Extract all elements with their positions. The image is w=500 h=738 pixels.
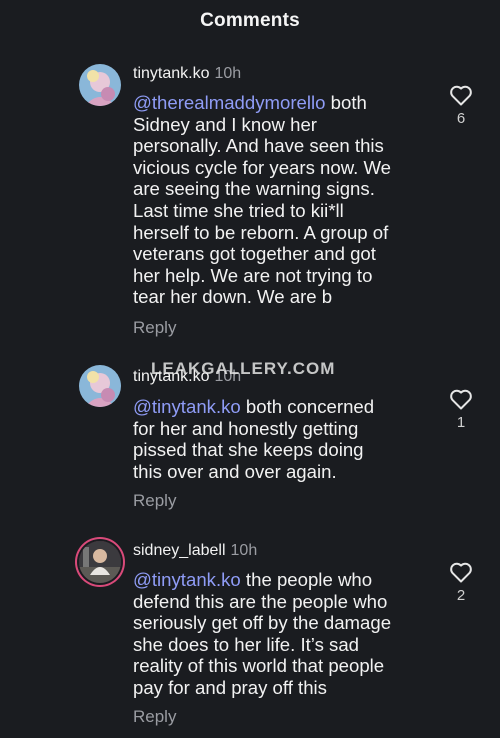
- page-title: Comments: [200, 10, 300, 31]
- text-line: seriously get off by the damage: [133, 612, 392, 634]
- mention-link[interactable]: @therealmaddymorello: [133, 92, 326, 113]
- comment-meta: tinytank.ko 10h: [133, 367, 241, 387]
- timestamp: 10h: [230, 542, 258, 559]
- username[interactable]: tinytank.ko: [133, 65, 209, 82]
- reply-button[interactable]: Reply: [133, 318, 176, 338]
- avatar[interactable]: [79, 541, 121, 583]
- text-line: pissed that she keeps doing: [133, 439, 364, 461]
- text-line: @tinytank.ko both concerned: [133, 396, 433, 418]
- like-button[interactable]: 2: [448, 561, 474, 604]
- text-line: this over and over again.: [133, 460, 337, 482]
- like-count: 6: [456, 110, 466, 127]
- text-fragment: the people who: [240, 569, 373, 590]
- text-line: are seeing the warning signs.: [133, 178, 375, 200]
- text-line: herself to be reborn. A group of: [133, 221, 389, 243]
- timestamp: 10h: [214, 65, 242, 82]
- comment-text: @tinytank.ko the people who defend this …: [133, 569, 433, 699]
- text-line: Last time she tried to kii*ll: [133, 199, 344, 221]
- text-line: @therealmaddymorello both: [133, 92, 433, 114]
- text-line: for her and honestly getting: [133, 417, 359, 439]
- like-count: 1: [456, 414, 466, 431]
- text-fragment: both concerned: [240, 396, 375, 417]
- avatar[interactable]: [79, 64, 121, 106]
- comment-meta: sidney_labell 10h: [133, 541, 257, 561]
- comment-text: @tinytank.ko both concerned for her and …: [133, 396, 433, 482]
- avatar[interactable]: [79, 365, 121, 407]
- text-line: Sidney and I know her: [133, 113, 317, 135]
- comment-meta: tinytank.ko 10h: [133, 64, 241, 84]
- like-button[interactable]: 1: [448, 388, 474, 431]
- text-line: she does to her life. It’s sad: [133, 633, 360, 655]
- text-line: tear her down. We are b: [133, 286, 333, 308]
- text-line: veterans got together and got: [133, 243, 376, 265]
- text-line: her help. We are not trying to: [133, 264, 373, 286]
- heart-outline-icon: [448, 84, 474, 106]
- mention-link[interactable]: @tinytank.ko: [133, 396, 241, 417]
- comment-text: @therealmaddymorello both Sidney and I k…: [133, 92, 433, 308]
- timestamp: 10h: [214, 368, 242, 385]
- text-line: defend this are the people who: [133, 590, 388, 612]
- like-count: 2: [456, 587, 466, 604]
- heart-outline-icon: [448, 561, 474, 583]
- text-line: pay for and pray off this: [133, 676, 327, 698]
- text-fragment: both: [325, 92, 367, 113]
- like-button[interactable]: 6: [448, 84, 474, 127]
- text-line: vicious cycle for years now. We: [133, 156, 391, 178]
- text-line: reality of this world that people: [133, 655, 385, 677]
- text-line: personally. And have seen this: [133, 135, 384, 157]
- reply-button[interactable]: Reply: [133, 491, 176, 511]
- heart-outline-icon: [448, 388, 474, 410]
- username[interactable]: tinytank.ko: [133, 368, 209, 385]
- text-line: @tinytank.ko the people who: [133, 569, 433, 591]
- username[interactable]: sidney_labell: [133, 542, 226, 559]
- reply-button[interactable]: Reply: [133, 707, 176, 727]
- mention-link[interactable]: @tinytank.ko: [133, 569, 241, 590]
